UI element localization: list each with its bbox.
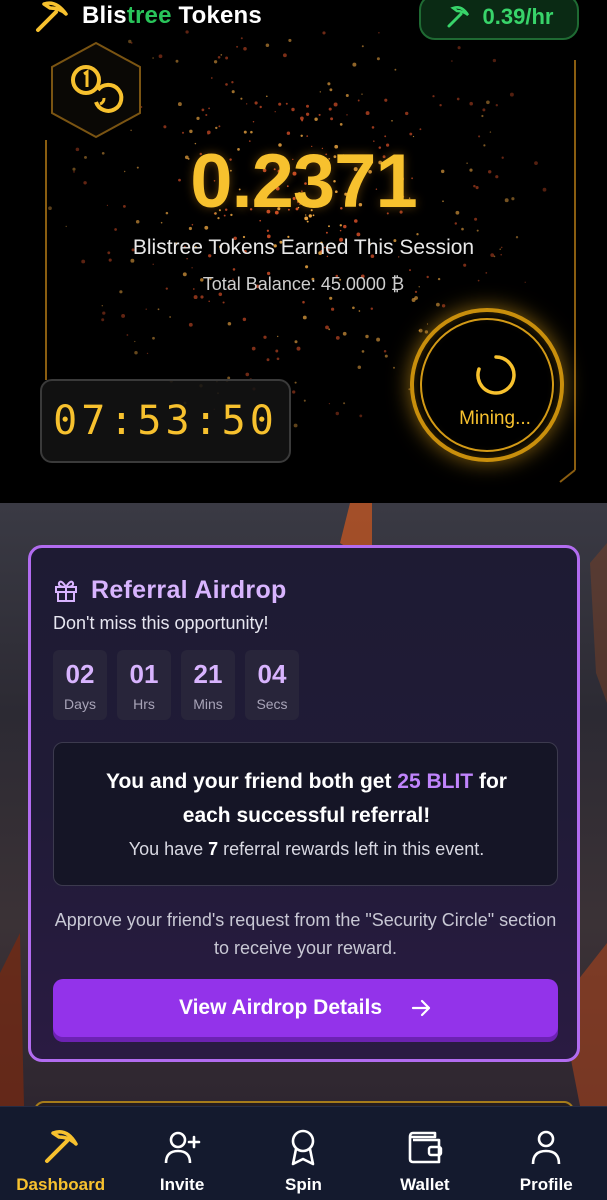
countdown-unit: Mins bbox=[193, 696, 223, 712]
button-label: View Airdrop Details bbox=[178, 996, 383, 1019]
nav-invite[interactable]: Invite bbox=[127, 1107, 237, 1200]
referrals-remaining: You have 7 referral rewards left in this… bbox=[128, 839, 485, 859]
countdown-value: 04 bbox=[257, 659, 287, 689]
bottom-navigation: Dashboard Invite Spin Wallet Profile bbox=[0, 1106, 607, 1200]
card-header: Referral Airdrop bbox=[53, 572, 287, 608]
spinner-icon bbox=[476, 355, 516, 395]
nav-wallet[interactable]: Wallet bbox=[370, 1107, 480, 1200]
countdown-unit: Days bbox=[64, 696, 96, 712]
reward-info-box: You and your friend both get 25 BLIT for… bbox=[53, 742, 558, 886]
add-user-icon bbox=[164, 1131, 201, 1164]
nav-label: Invite bbox=[159, 1175, 205, 1194]
countdown-unit: Hrs bbox=[133, 696, 155, 712]
view-airdrop-details-button[interactable]: View Airdrop Details bbox=[53, 979, 558, 1037]
session-earnings: 0.2371 bbox=[190, 139, 417, 224]
wallet-icon bbox=[408, 1131, 443, 1164]
app-header: Blistree Tokens 0.39/hr bbox=[0, 0, 607, 40]
pickaxe-icon bbox=[44, 1130, 78, 1163]
reward-headline: You and your friend both get 25 BLIT for… bbox=[106, 770, 507, 827]
countdown-value: 21 bbox=[193, 659, 223, 689]
countdown-value: 02 bbox=[65, 659, 95, 689]
nav-dashboard[interactable]: Dashboard bbox=[6, 1107, 116, 1200]
mining-panel: Blistree Tokens 0.39/hr 0.2371 Blistree … bbox=[0, 0, 607, 503]
mining-timer: 07:53:50 bbox=[40, 379, 291, 463]
mining-rate: 0.39/hr bbox=[482, 4, 554, 29]
timer-value: 07:53:50 bbox=[53, 398, 278, 444]
pickaxe-icon bbox=[447, 6, 469, 28]
card-title: Referral Airdrop bbox=[91, 575, 287, 604]
mining-status: Mining... bbox=[459, 408, 531, 429]
user-icon bbox=[531, 1130, 561, 1165]
countdown-value: 01 bbox=[129, 659, 159, 689]
coins-icon bbox=[51, 41, 141, 139]
countdown-unit: Secs bbox=[256, 696, 288, 712]
remaining-count: 7 bbox=[208, 839, 219, 859]
gift-icon bbox=[55, 580, 77, 602]
mining-button-ring: Mining... bbox=[420, 318, 554, 452]
countdown-seconds: 04 Secs bbox=[245, 650, 299, 720]
pickaxe-logo-icon bbox=[36, 1, 68, 32]
nav-label: Profile bbox=[519, 1175, 573, 1194]
nav-label: Dashboard bbox=[16, 1175, 106, 1194]
mining-button[interactable]: Mining... bbox=[410, 308, 564, 462]
mining-rate-badge: 0.39/hr bbox=[419, 0, 579, 40]
arrow-right-icon bbox=[411, 999, 431, 1017]
reward-amount: 25 BLIT bbox=[397, 770, 474, 793]
nav-label: Wallet bbox=[400, 1175, 450, 1194]
airdrop-section: Referral Airdrop Don't miss this opportu… bbox=[0, 503, 607, 1106]
approve-instructions: Approve your friend's request from the "… bbox=[54, 910, 557, 958]
countdown-hours: 01 Hrs bbox=[117, 650, 171, 720]
app-title: Blistree Tokens bbox=[82, 2, 262, 29]
nav-spin[interactable]: Spin bbox=[248, 1107, 358, 1200]
referral-airdrop-card: Referral Airdrop Don't miss this opportu… bbox=[28, 545, 580, 1062]
countdown-days: 02 Days bbox=[53, 650, 107, 720]
session-label: Blistree Tokens Earned This Session bbox=[132, 236, 475, 259]
countdown-minutes: 21 Mins bbox=[181, 650, 235, 720]
award-icon bbox=[292, 1129, 315, 1166]
total-balance: Total Balance: 45.0000 ₿ bbox=[202, 274, 405, 294]
card-subtitle: Don't miss this opportunity! bbox=[53, 613, 269, 633]
nav-label: Spin bbox=[285, 1175, 322, 1194]
nav-profile[interactable]: Profile bbox=[491, 1107, 601, 1200]
airdrop-countdown: 02 Days 01 Hrs 21 Mins 04 Secs bbox=[53, 650, 299, 720]
